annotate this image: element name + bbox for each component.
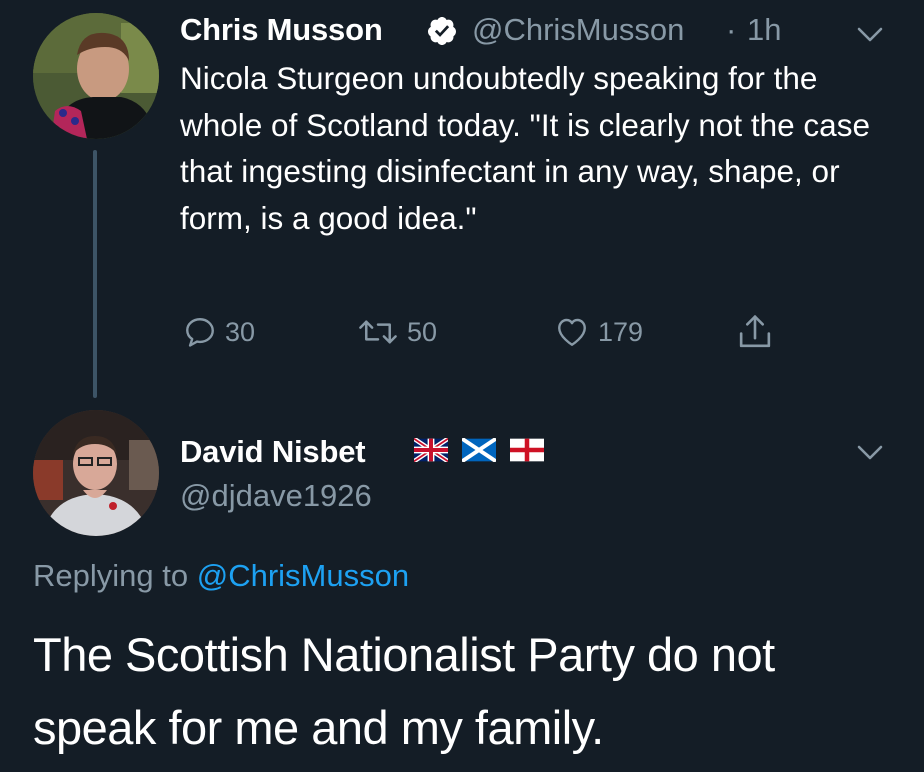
england-flag-icon: [510, 438, 544, 462]
replying-to-line: Replying to @ChrisMusson: [33, 557, 409, 595]
share-icon: [739, 315, 771, 348]
author-handle[interactable]: @djdave1926: [180, 478, 372, 514]
like-button[interactable]: 179: [553, 312, 643, 352]
replying-to-label: Replying to: [33, 558, 197, 593]
verified-badge-icon: [427, 17, 456, 45]
chevron-down-icon[interactable]: [857, 444, 883, 462]
reply-button[interactable]: 30: [182, 312, 255, 352]
chevron-down-icon[interactable]: [857, 26, 883, 44]
chris-musson-avatar[interactable]: [33, 13, 159, 139]
author-name[interactable]: Chris Musson: [180, 12, 383, 48]
author-handle[interactable]: @ChrisMusson: [472, 12, 684, 48]
union-jack-flag-icon: [414, 438, 448, 462]
retweet-count: 50: [407, 316, 438, 347]
david-nisbet-avatar[interactable]: [33, 410, 159, 536]
meta-separator: ·: [726, 12, 737, 47]
retweet-icon: [359, 320, 397, 344]
thread-line: [93, 150, 97, 398]
like-icon: [558, 318, 586, 346]
tweet-text: The Scottish Nationalist Party do not sp…: [33, 628, 775, 754]
reply-count: 30: [225, 316, 256, 347]
scotland-flag-icon: [462, 438, 496, 462]
replying-to-mention-link[interactable]: @ChrisMusson: [197, 558, 409, 593]
tweet-timestamp[interactable]: 1h: [747, 12, 781, 48]
tweet-text: Nicola Sturgeon undoubtedly speaking for…: [180, 60, 870, 236]
flag-emoji-group: [414, 432, 544, 468]
author-name[interactable]: David Nisbet: [180, 434, 366, 470]
share-button[interactable]: [736, 312, 774, 352]
like-count: 179: [598, 316, 644, 347]
retweet-button[interactable]: 50: [356, 312, 437, 352]
reply-icon: [186, 318, 214, 347]
